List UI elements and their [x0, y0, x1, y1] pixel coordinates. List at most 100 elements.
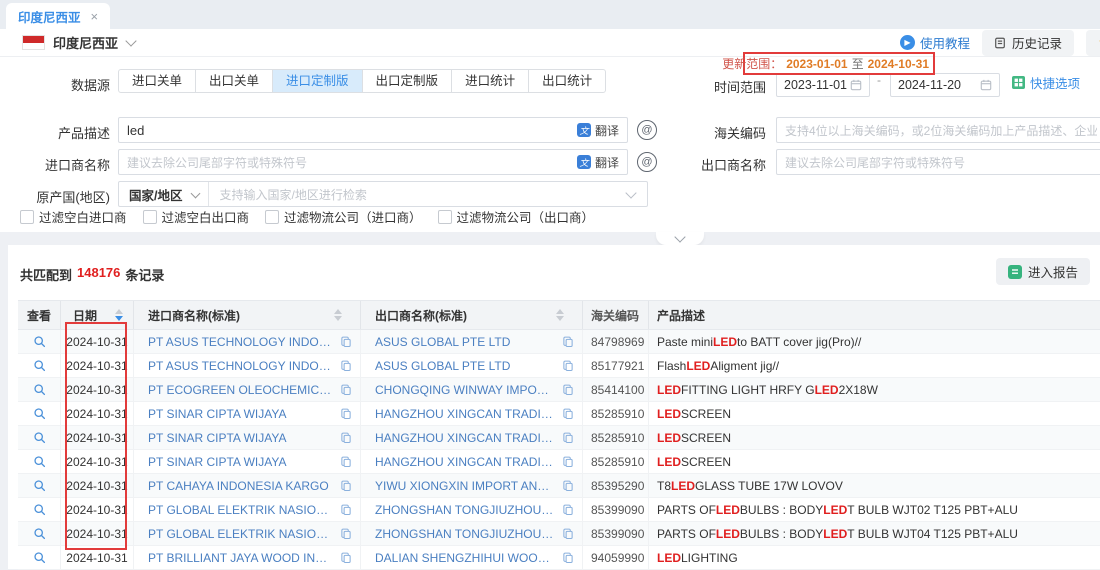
datasource-tab[interactable]: 进口关单 [118, 69, 196, 93]
magnifier-icon[interactable] [33, 551, 46, 564]
filter-checkbox[interactable]: 过滤物流公司（出口商） [438, 207, 595, 226]
date-start-field[interactable] [784, 78, 850, 92]
product-desc-input[interactable]: 文 翻译 [118, 117, 628, 143]
origin-search-field[interactable] [219, 187, 627, 202]
view-record-button[interactable] [18, 378, 60, 401]
datasource-tab[interactable]: 出口定制版 [362, 69, 453, 93]
copy-icon[interactable] [562, 360, 574, 372]
datasource-tab[interactable]: 进口统计 [451, 69, 529, 93]
sort-asc-icon[interactable] [556, 309, 564, 314]
view-record-button[interactable] [18, 402, 60, 425]
view-record-button[interactable] [18, 522, 60, 545]
copy-icon[interactable] [340, 552, 352, 564]
quick-options-link[interactable]: 快捷选项 [1012, 73, 1080, 92]
copy-icon[interactable] [340, 504, 352, 516]
importer-link[interactable]: PT ASUS TECHNOLOGY INDONESIA BA... [148, 335, 334, 349]
importer-link[interactable]: PT CAHAYA INDONESIA KARGO [148, 479, 334, 493]
copy-icon[interactable] [340, 528, 352, 540]
exporter-link[interactable]: HANGZHOU XINGCAN TRADING CO LTD [375, 455, 556, 469]
copy-icon[interactable] [340, 480, 352, 492]
copy-icon[interactable] [562, 504, 574, 516]
sort-icons[interactable] [556, 309, 564, 321]
sort-icons[interactable] [334, 309, 342, 321]
country-selector[interactable]: 印度尼西亚 [53, 33, 118, 52]
importer-link[interactable]: PT ASUS TECHNOLOGY INDONESIA BA... [148, 359, 334, 373]
view-record-button[interactable] [18, 330, 60, 353]
datasource-tab[interactable]: 出口关单 [195, 69, 273, 93]
product-desc-field[interactable] [127, 123, 571, 138]
checkbox-icon[interactable] [265, 210, 279, 224]
magnifier-icon[interactable] [33, 527, 46, 540]
importer-link[interactable]: PT SINAR CIPTA WIJAYA [148, 407, 334, 421]
magnifier-icon[interactable] [33, 383, 46, 396]
sort-asc-icon[interactable] [334, 309, 342, 314]
exporter-link[interactable]: HANGZHOU XINGCAN TRADING CO LTD [375, 407, 556, 421]
translate-button[interactable]: 文 翻译 [571, 154, 619, 171]
hs-code-input[interactable] [776, 117, 1100, 143]
column-header[interactable]: 进口商名称(标准) [133, 301, 360, 329]
copy-icon[interactable] [562, 528, 574, 540]
hs-code-field[interactable] [785, 123, 1097, 138]
favorite-button[interactable]: ★ [1086, 30, 1100, 56]
magnifier-icon[interactable] [33, 479, 46, 492]
filter-checkbox[interactable]: 过滤空白进口商 [20, 207, 127, 226]
importer-field[interactable] [127, 155, 571, 170]
copy-icon[interactable] [340, 408, 352, 420]
importer-link[interactable]: PT BRILLIANT JAYA WOOD INDUSTRY [148, 551, 334, 565]
exporter-link[interactable]: YIWU XIONGXIN IMPORT AND EXPORT... [375, 479, 556, 493]
importer-link[interactable]: PT ECOGREEN OLEOCHEMICALS [148, 383, 334, 397]
column-header[interactable]: 出口商名称(标准) [360, 301, 582, 329]
exporter-link[interactable]: DALIAN SHENGZHIHUI WOOD INDUST... [375, 551, 556, 565]
copy-icon[interactable] [340, 336, 352, 348]
origin-type-select[interactable]: 国家/地区 [129, 182, 209, 206]
date-end-field[interactable] [898, 78, 980, 92]
view-record-button[interactable] [18, 450, 60, 473]
checkbox-icon[interactable] [143, 210, 157, 224]
magnifier-icon[interactable] [33, 455, 46, 468]
collapse-panel-button[interactable] [656, 232, 704, 245]
magnifier-icon[interactable] [33, 359, 46, 372]
view-record-button[interactable] [18, 498, 60, 521]
exporter-link[interactable]: ZHONGSHAN TONGJIUZHOU INTERNA... [375, 527, 556, 541]
tab-indonesia[interactable]: 印度尼西亚 × [6, 3, 110, 29]
checkbox-icon[interactable] [438, 210, 452, 224]
copy-icon[interactable] [340, 360, 352, 372]
translate-button[interactable]: 文 翻译 [571, 122, 619, 139]
sort-desc-icon[interactable] [115, 316, 123, 321]
copy-icon[interactable] [562, 432, 574, 444]
view-record-button[interactable] [18, 546, 60, 569]
tutorial-link[interactable]: ▶ 使用教程 [900, 33, 970, 52]
copy-icon[interactable] [562, 336, 574, 348]
magnifier-icon[interactable] [33, 431, 46, 444]
magnifier-icon[interactable] [33, 503, 46, 516]
datasource-tab[interactable]: 进口定制版 [272, 69, 363, 93]
magnifier-icon[interactable] [33, 335, 46, 348]
importer-link[interactable]: PT SINAR CIPTA WIJAYA [148, 431, 334, 445]
copy-icon[interactable] [562, 552, 574, 564]
sort-icons[interactable] [115, 309, 123, 321]
importer-link[interactable]: PT GLOBAL ELEKTRIK NASIONAL [148, 503, 334, 517]
copy-icon[interactable] [340, 432, 352, 444]
view-record-button[interactable] [18, 354, 60, 377]
checkbox-icon[interactable] [20, 210, 34, 224]
chevron-down-icon[interactable] [125, 35, 136, 46]
exporter-link[interactable]: ASUS GLOBAL PTE LTD [375, 359, 556, 373]
importer-link[interactable]: PT GLOBAL ELEKTRIK NASIONAL [148, 527, 334, 541]
sort-desc-icon[interactable] [556, 316, 564, 321]
exporter-link[interactable]: HANGZHOU XINGCAN TRADING CO LTD [375, 431, 556, 445]
copy-icon[interactable] [340, 384, 352, 396]
copy-icon[interactable] [562, 480, 574, 492]
copy-icon[interactable] [562, 456, 574, 468]
exporter-link[interactable]: ZHONGSHAN TONGJIUZHOU INTERNA... [375, 503, 556, 517]
copy-icon[interactable] [562, 408, 574, 420]
sort-desc-icon[interactable] [334, 316, 342, 321]
filter-checkbox[interactable]: 过滤物流公司（进口商） [265, 207, 422, 226]
importer-link[interactable]: PT SINAR CIPTA WIJAYA [148, 455, 334, 469]
enter-report-button[interactable]: 进入报告 [996, 258, 1090, 285]
magnifier-icon[interactable] [33, 407, 46, 420]
exporter-link[interactable]: ASUS GLOBAL PTE LTD [375, 335, 556, 349]
importer-input[interactable]: 文 翻译 [118, 149, 628, 175]
chevron-down-icon[interactable] [625, 187, 636, 198]
copy-icon[interactable] [340, 456, 352, 468]
view-record-button[interactable] [18, 474, 60, 497]
